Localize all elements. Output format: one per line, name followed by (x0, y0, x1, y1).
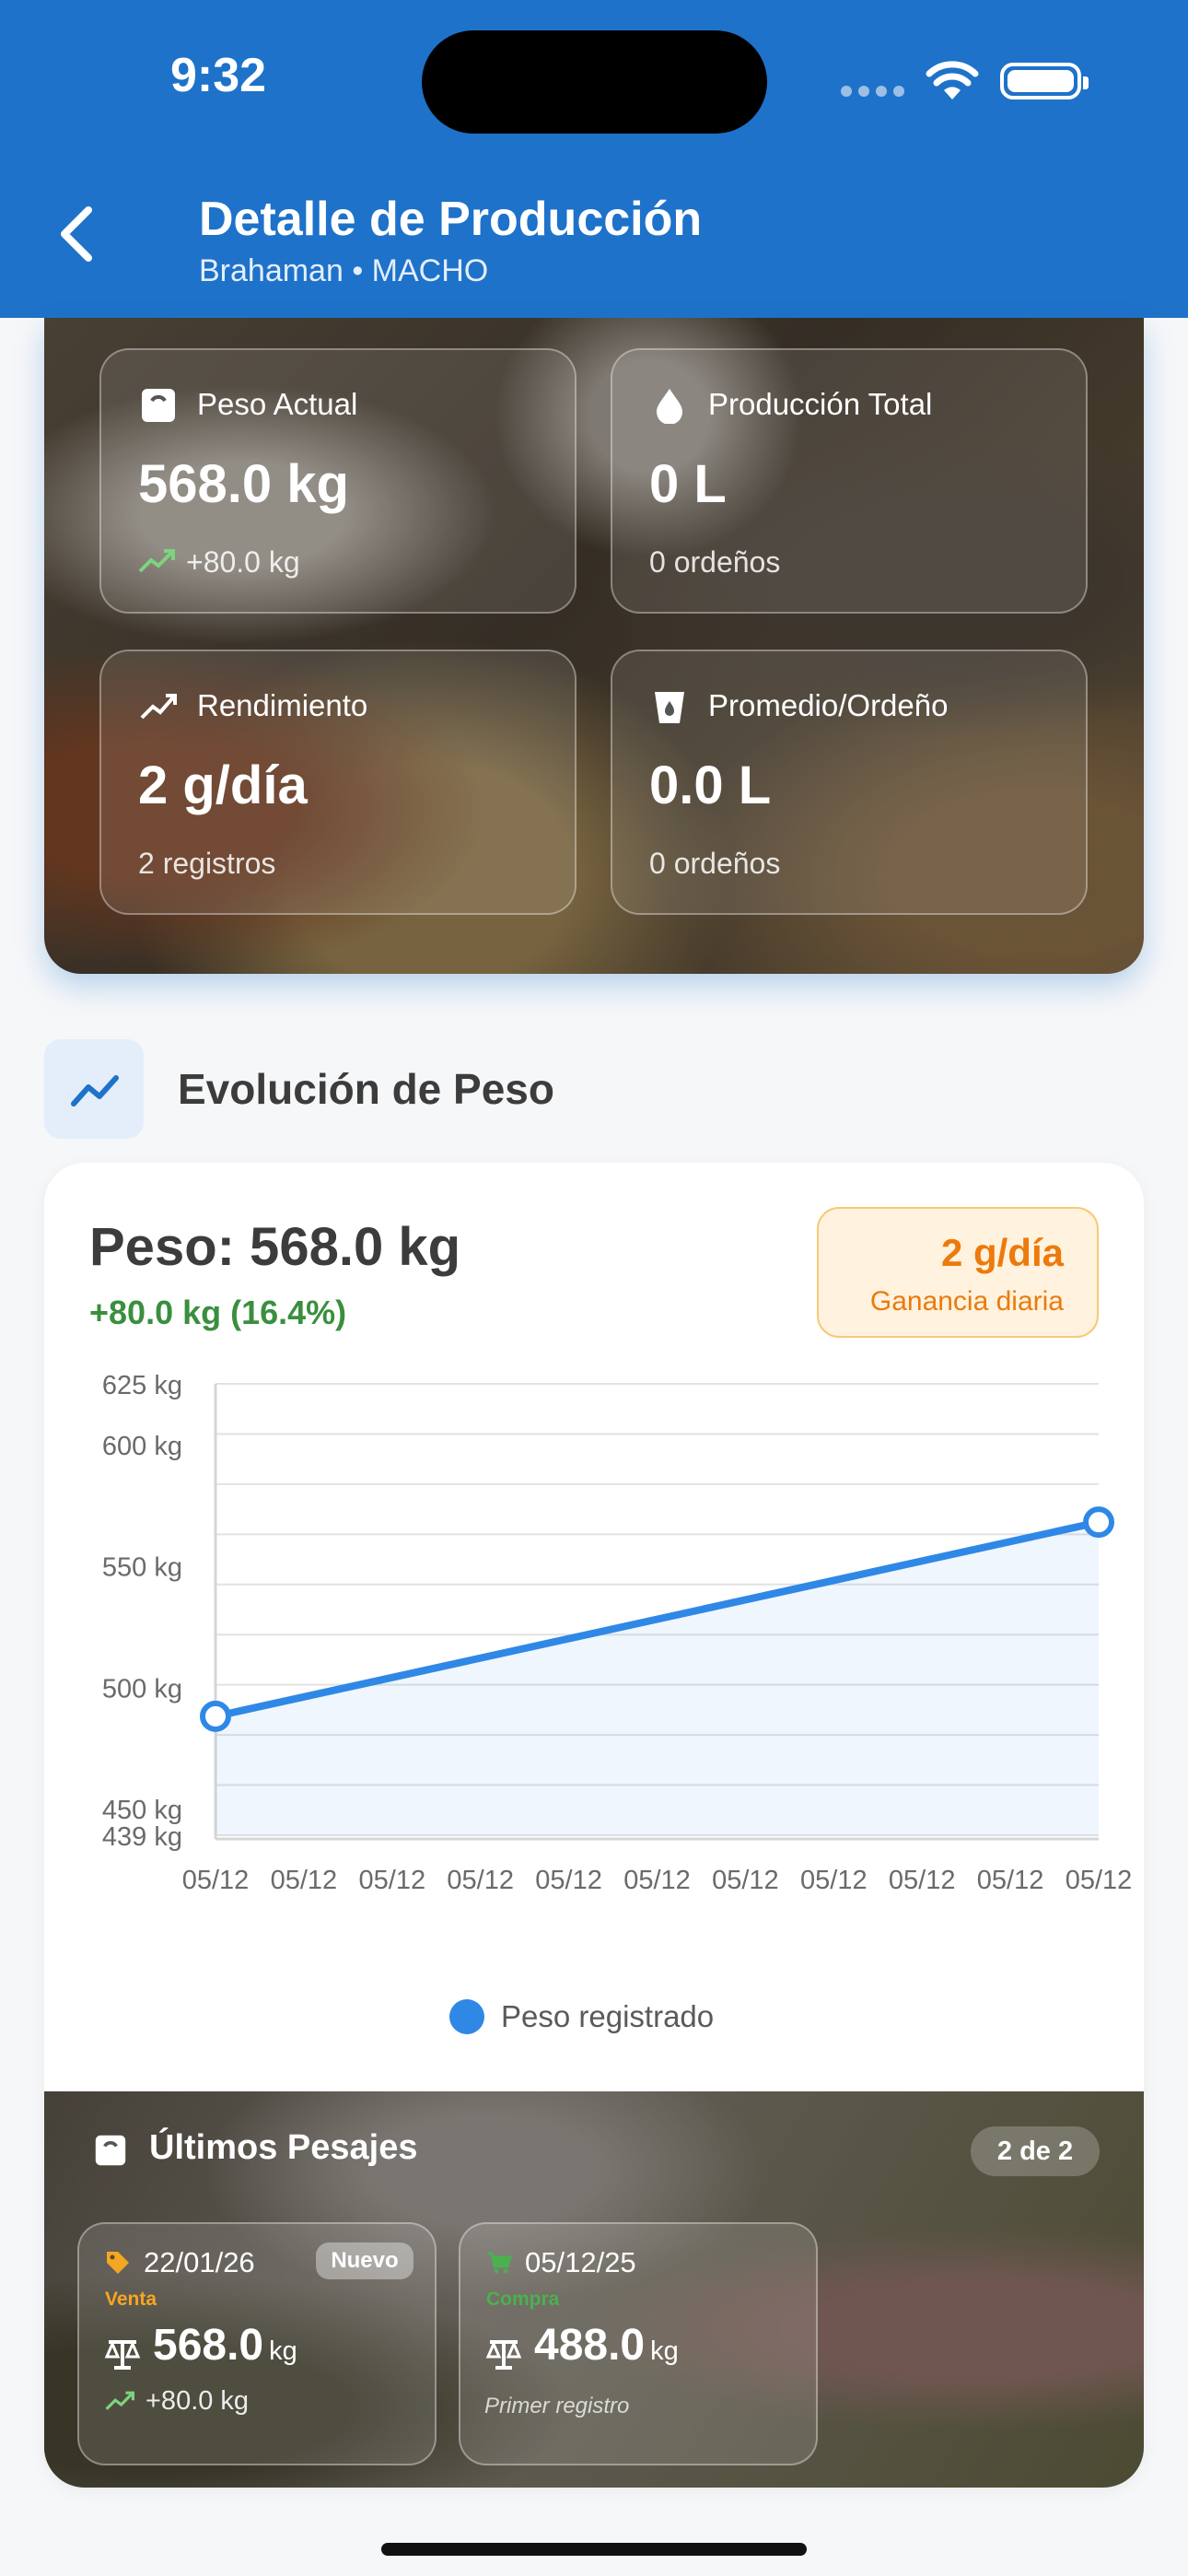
stat-sub: 0 ordeños (649, 545, 781, 579)
weighing-sub: Primer registro (484, 2394, 630, 2418)
section-title: Evolución de Peso (178, 1065, 554, 1113)
y-tick-label: 550 kg (102, 1553, 182, 1583)
scale-icon (95, 2135, 126, 2166)
stat-card-total-production: Producción Total 0 L 0 ordeños (611, 348, 1088, 614)
scale-balance-icon (485, 2340, 522, 2370)
weight-title: Peso: 568.0 kg (89, 1217, 460, 1277)
series-area (215, 1522, 1099, 1835)
scale-icon (142, 389, 175, 422)
dynamic-island (422, 30, 767, 134)
stat-card-current-weight: Peso Actual 568.0 kg +80.0 kg (99, 348, 577, 614)
battery-icon (1000, 63, 1089, 100)
stat-label: Rendimiento (197, 688, 368, 722)
stat-value: 568.0 kg (138, 454, 349, 514)
back-chevron-icon[interactable] (55, 205, 96, 263)
y-tick-label: 439 kg (102, 1822, 182, 1852)
chart-legend: Peso registrado (449, 1999, 714, 2034)
weighing-date: 05/12/25 (525, 2246, 636, 2278)
cup-icon (655, 692, 684, 723)
weighing-sub: +80.0 kg (146, 2386, 250, 2416)
tag-icon (107, 2252, 129, 2274)
weighing-date: 22/01/26 (144, 2246, 255, 2278)
weighing-type: Venta (105, 2289, 157, 2310)
y-tick-label: 500 kg (102, 1674, 182, 1704)
stat-label: Producción Total (708, 387, 933, 421)
daily-gain-value: 2 g/día (940, 1231, 1064, 1274)
x-tick-label: 05/12 (977, 1866, 1044, 1895)
weighing-value: 568.0 kg (153, 2321, 297, 2370)
x-tick-label: 05/12 (1066, 1866, 1133, 1895)
x-tick-label: 05/12 (271, 1866, 338, 1895)
stat-sub: 2 registros (138, 847, 276, 880)
weighing-card[interactable]: 05/12/25 Compra 488.0 kg Primer registro (459, 2222, 818, 2465)
data-point (1083, 1506, 1114, 1539)
stat-label: Promedio/Ordeño (708, 688, 949, 722)
weighings-title: Últimos Pesajes (149, 2128, 418, 2167)
stat-value: 0 L (649, 454, 727, 514)
x-tick-label: 05/12 (182, 1866, 250, 1895)
new-badge: Nuevo (316, 2242, 413, 2279)
app-header: 9:32 Detalle de Producción Brahaman • MA… (0, 0, 1188, 318)
weight-chart-card: Peso: 568.0 kg +80.0 kg (16.4%) 2 g/día … (44, 1163, 1144, 2488)
x-tick-label: 05/12 (623, 1866, 691, 1895)
scale-balance-icon (104, 2340, 141, 2370)
weighings-count-badge: 2 de 2 (971, 2126, 1100, 2176)
home-indicator (381, 2543, 807, 2556)
data-point (200, 1700, 231, 1732)
daily-gain-label: Ganancia diaria (869, 1286, 1064, 1317)
stat-sub: +80.0 kg (186, 545, 300, 579)
cart-icon (488, 2252, 512, 2274)
weighing-card[interactable]: 22/01/26 Nuevo Venta 568.0 kg +80.0 kg (77, 2222, 437, 2465)
x-tick-label: 05/12 (800, 1866, 868, 1895)
weight-line-chart: 439 kg450 kg 500 kg 550 kg 600 kg 625 kg 05/1… (102, 1371, 1133, 1895)
daily-gain-badge: 2 g/día Ganancia diaria (817, 1207, 1099, 1338)
weighing-type: Compra (486, 2289, 560, 2310)
trend-up-icon (105, 2391, 134, 2410)
y-tick-label: 450 kg (102, 1796, 182, 1825)
status-time: 9:32 (170, 49, 267, 102)
chart-trend-icon (44, 1039, 144, 1139)
cellular-signal-icon (841, 86, 904, 97)
weight-change: +80.0 kg (16.4%) (89, 1294, 347, 1331)
stat-value: 0.0 L (649, 755, 772, 815)
drop-icon (657, 389, 682, 424)
page-subtitle: Brahaman • MACHO (199, 253, 489, 288)
x-tick-label: 05/12 (359, 1866, 426, 1895)
stat-sub: 0 ordeños (649, 847, 781, 880)
stat-label: Peso Actual (197, 387, 358, 421)
x-tick-label: 05/12 (447, 1866, 514, 1895)
legend-dot (449, 1999, 484, 2034)
x-tick-label: 05/12 (889, 1866, 956, 1895)
trend-up-icon (138, 549, 175, 573)
page-title: Detalle de Producción (199, 193, 703, 246)
y-tick-label: 625 kg (102, 1371, 182, 1400)
x-tick-label: 05/12 (535, 1866, 602, 1895)
trend-icon (140, 694, 177, 720)
weighing-value: 488.0 kg (534, 2321, 679, 2370)
stats-hero-card: Peso Actual 568.0 kg +80.0 kg Producción… (44, 318, 1144, 974)
stat-card-average-milking: Promedio/Ordeño 0.0 L 0 ordeños (611, 650, 1088, 915)
legend-label: Peso registrado (501, 1999, 715, 2033)
recent-weighings-section: Últimos Pesajes 2 de 2 22/01/26 Nuevo Ve… (44, 2091, 1144, 2488)
wifi-icon (926, 61, 979, 100)
y-tick-label: 600 kg (102, 1432, 182, 1461)
stat-card-performance: Rendimiento 2 g/día 2 registros (99, 650, 577, 915)
x-tick-label: 05/12 (712, 1866, 779, 1895)
stat-value: 2 g/día (138, 755, 308, 815)
